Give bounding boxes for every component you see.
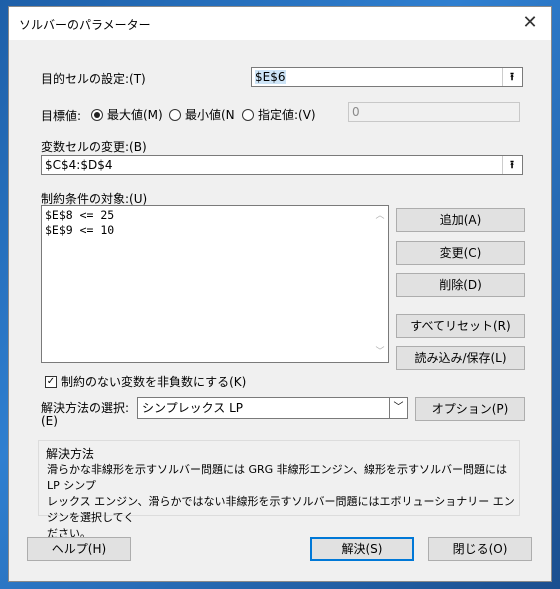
window-title: ソルバーのパラメーター <box>19 18 151 32</box>
method-selected: シンプレックス LP <box>142 401 244 415</box>
radio-value-label: 指定値:(V) <box>258 108 316 122</box>
close-button[interactable]: 閉じる(O) <box>428 537 532 561</box>
scroll-down-icon[interactable]: ﹀ <box>372 344 388 360</box>
add-button[interactable]: 追加(A) <box>396 208 525 232</box>
radio-max[interactable]: 最大値(M) <box>91 106 163 123</box>
method-select[interactable]: シンプレックス LP ﹀ <box>137 397 408 419</box>
radio-min[interactable]: 最小値(N <box>169 106 235 123</box>
scrollbar[interactable]: ︿ ﹀ <box>372 206 388 362</box>
radio-dot <box>91 108 103 121</box>
constraints-list[interactable]: $E$8 <= 25 $E$9 <= 10 ︿ ﹀ <box>41 205 389 363</box>
target-label: 目標値: <box>41 109 82 123</box>
radio-dot <box>169 108 181 121</box>
nonneg-label: 制約のない変数を非負数にする(K) <box>61 375 247 389</box>
help-button[interactable]: ヘルプ(H) <box>27 537 131 561</box>
solve-button[interactable]: 解決(S) <box>310 537 414 561</box>
target-value-input[interactable]: 0 <box>348 102 520 122</box>
collapse-dialog-icon[interactable]: ⭱ <box>502 68 521 86</box>
group-heading: 解決方法 <box>46 447 95 461</box>
objective-value: $E$6 <box>255 70 286 84</box>
radio-max-label: 最大値(M) <box>107 108 163 122</box>
method-description: 滑らかな非線形を示すソルバー問題には GRG 非線形エンジン、線形を示すソルバー… <box>47 462 517 542</box>
list-item[interactable]: $E$9 <= 10 <box>42 223 388 238</box>
title-bar: ソルバーのパラメーター ✕ <box>9 7 551 40</box>
description-line: レックス エンジン、滑らかではない非線形を示すソルバー問題にはエボリューショナリ… <box>47 495 515 524</box>
checkmark-icon: ✓ <box>45 375 57 388</box>
list-item[interactable]: $E$8 <= 25 <box>42 208 388 223</box>
objective-label: 目的セルの設定:(T) <box>41 72 146 86</box>
method-label-accel: (E) <box>41 414 58 428</box>
nonneg-checkbox[interactable]: ✓ 制約のない変数を非負数にする(K) <box>45 373 246 390</box>
description-line: 滑らかな非線形を示すソルバー問題には GRG 非線形エンジン、線形を示すソルバー… <box>47 463 508 492</box>
change-button[interactable]: 変更(C) <box>396 241 525 265</box>
variables-input[interactable]: $C$4:$D$4 <box>41 155 523 175</box>
solver-parameters-dialog: ソルバーのパラメーター ✕ 目的セルの設定:(T) $E$6 ⭱ 目標値: 最大… <box>8 6 552 582</box>
load-save-button[interactable]: 読み込み/保存(L) <box>396 346 525 370</box>
radio-dot <box>242 108 254 121</box>
close-icon[interactable]: ✕ <box>519 12 541 34</box>
reset-all-button[interactable]: すべてリセット(R) <box>396 314 525 338</box>
delete-button[interactable]: 削除(D) <box>396 273 525 297</box>
collapse-dialog-icon[interactable]: ⭱ <box>502 156 521 174</box>
chevron-down-icon[interactable]: ﹀ <box>389 398 407 418</box>
variables-label: 変数セルの変更:(B) <box>41 140 147 154</box>
radio-min-label: 最小値(N <box>185 108 235 122</box>
radio-value[interactable]: 指定値:(V) <box>242 106 316 123</box>
objective-input[interactable]: $E$6 <box>251 67 523 87</box>
scroll-up-icon[interactable]: ︿ <box>372 208 388 224</box>
options-button[interactable]: オプション(P) <box>415 397 525 421</box>
